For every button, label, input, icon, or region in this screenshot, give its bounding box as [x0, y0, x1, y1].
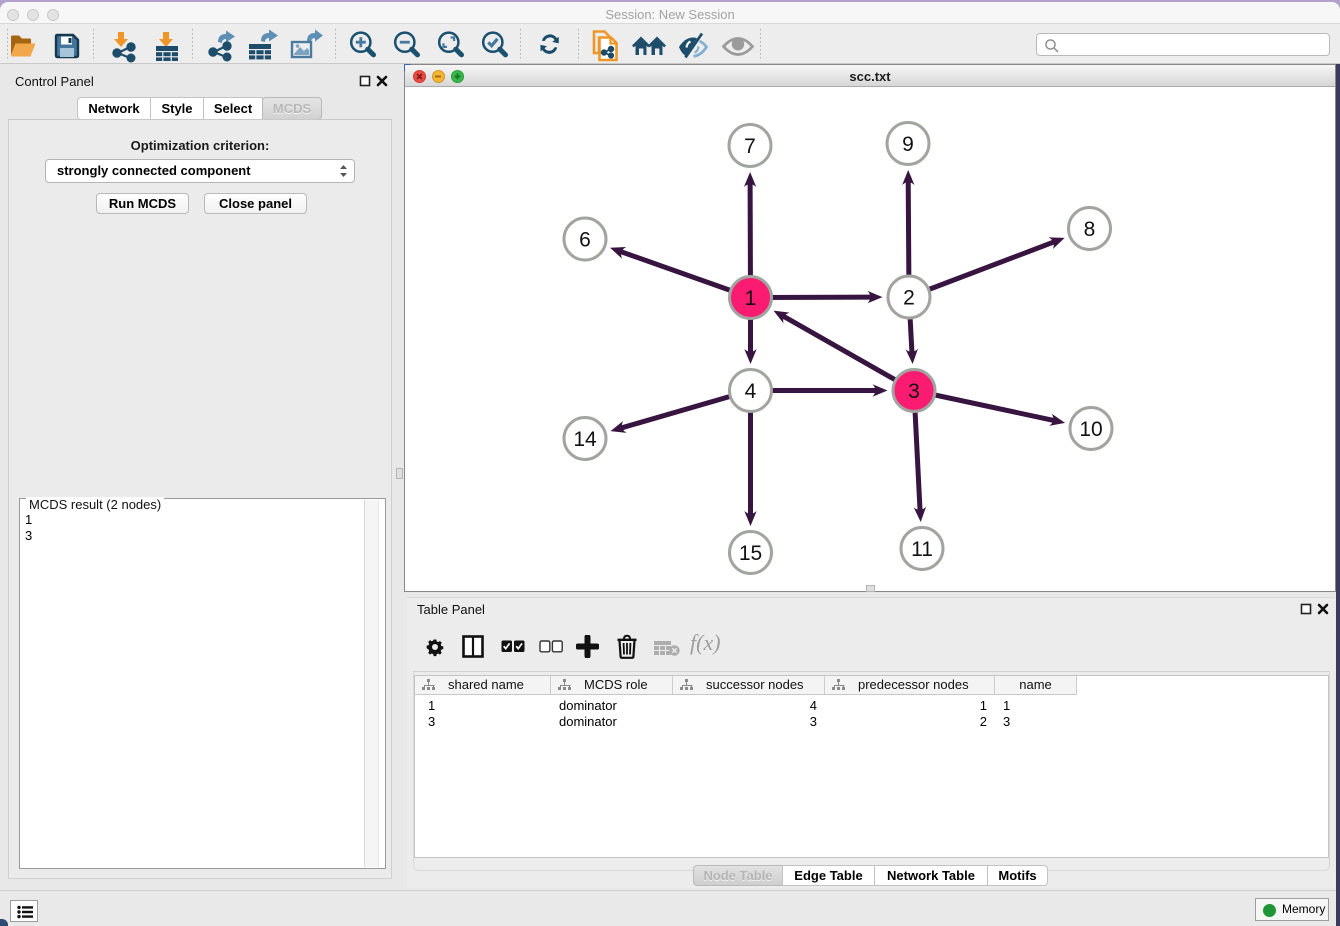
svg-text:6: 6 — [579, 229, 591, 252]
svg-text:9: 9 — [902, 133, 914, 156]
svg-text:1: 1 — [745, 287, 757, 310]
svg-text:4: 4 — [745, 380, 757, 403]
svg-text:15: 15 — [739, 542, 762, 565]
svg-text:2: 2 — [903, 287, 915, 310]
svg-text:14: 14 — [573, 428, 597, 451]
svg-text:7: 7 — [744, 135, 756, 158]
svg-text:10: 10 — [1079, 418, 1102, 441]
svg-text:11: 11 — [911, 538, 933, 561]
svg-text:3: 3 — [908, 380, 920, 403]
svg-text:8: 8 — [1084, 218, 1096, 241]
